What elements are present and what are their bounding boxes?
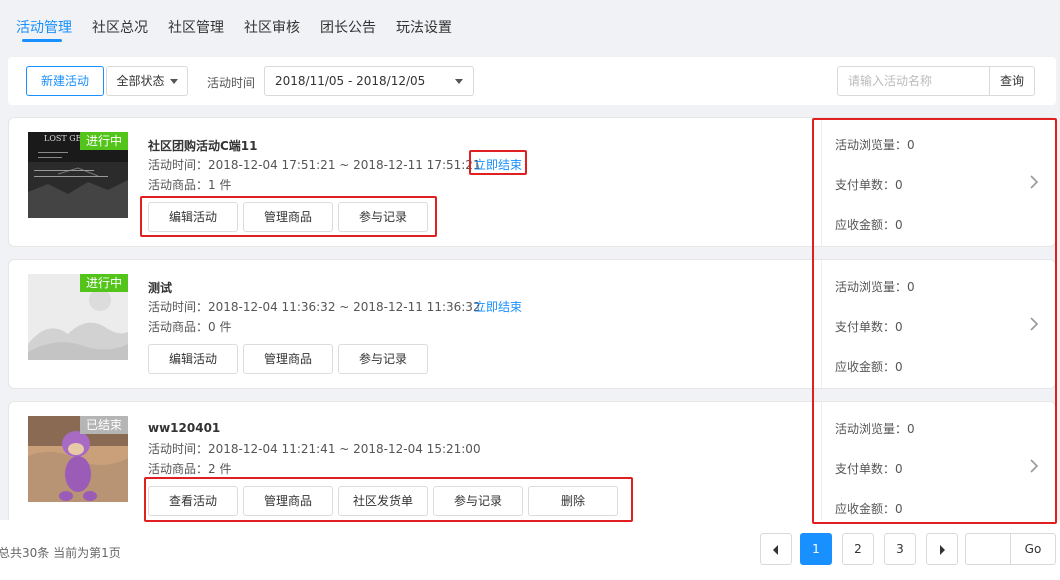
tab-community-overview[interactable]: 社区总况 — [92, 17, 148, 37]
caret-right-icon — [940, 544, 945, 555]
community-shipping-order-button[interactable]: 社区发货单 — [338, 486, 428, 516]
prev-page-button[interactable] — [760, 533, 792, 565]
stat-amount: 应收金额：0 — [835, 360, 903, 374]
status-select-value: 全部状态 — [116, 74, 165, 88]
status-badge: 进行中 — [79, 274, 128, 292]
page-jump-input[interactable] — [965, 533, 1011, 565]
activity-time: 活动时间：2018-12-04 11:21:41 ~ 2018-12-04 15… — [148, 442, 481, 456]
stat-views: 活动浏览量：0 — [835, 422, 915, 436]
stats-divider — [821, 118, 822, 246]
stats-divider — [821, 402, 822, 530]
stat-amount: 应收金额：0 — [835, 502, 903, 516]
stat-orders: 支付单数：0 — [835, 320, 903, 334]
page-button-3[interactable]: 3 — [884, 533, 916, 565]
tab-activity-management[interactable]: 活动管理 — [16, 17, 72, 37]
page-button-2[interactable]: 2 — [842, 533, 874, 565]
status-badge: 进行中 — [79, 132, 128, 150]
activity-card: LOST GE 进行中 社区团购活动C端11 活动时间：2018-12-04 1… — [8, 117, 1056, 247]
end-now-link[interactable]: 立即结束 — [474, 156, 522, 173]
stat-orders: 支付单数：0 — [835, 178, 903, 192]
manage-goods-button[interactable]: 管理商品 — [243, 344, 333, 374]
chevron-right-icon[interactable] — [1028, 458, 1040, 474]
stat-views: 活动浏览量：0 — [835, 138, 915, 152]
stat-views: 活动浏览量：0 — [835, 280, 915, 294]
page-button-1[interactable]: 1 — [800, 533, 832, 565]
delete-button[interactable]: 删除 — [528, 486, 618, 516]
activity-thumbnail: 进行中 — [28, 274, 128, 360]
participation-records-button[interactable]: 参与记录 — [338, 344, 428, 374]
top-tab-bar: 活动管理 社区总况 社区管理 社区审核 团长公告 玩法设置 — [0, 0, 1060, 56]
svg-text:LOST GE: LOST GE — [44, 134, 82, 143]
tab-community-management[interactable]: 社区管理 — [168, 17, 224, 37]
status-select[interactable]: 全部状态 — [106, 66, 188, 96]
edit-activity-button[interactable]: 编辑活动 — [148, 202, 238, 232]
activity-name-search-input[interactable] — [837, 66, 990, 96]
activity-time: 活动时间：2018-12-04 17:51:21 ~ 2018-12-11 17… — [148, 158, 481, 172]
filter-toolbar: 新建活动 全部状态 活动时间 2018/11/05 - 2018/12/05 查… — [8, 57, 1056, 105]
stats-divider — [821, 260, 822, 388]
new-activity-button[interactable]: 新建活动 — [26, 66, 104, 96]
go-button[interactable]: Go — [1010, 533, 1056, 565]
activity-card: 已结束 ww120401 活动时间：2018-12-04 11:21:41 ~ … — [8, 401, 1056, 531]
next-page-button[interactable] — [926, 533, 958, 565]
chevron-right-icon[interactable] — [1028, 316, 1040, 332]
caret-left-icon — [773, 544, 778, 555]
caret-down-icon — [455, 79, 463, 84]
activity-thumbnail: LOST GE 进行中 — [28, 132, 128, 218]
activity-goods-count: 活动商品：0 件 — [148, 320, 232, 334]
tab-community-review[interactable]: 社区审核 — [244, 17, 300, 37]
date-range-value: 2018/11/05 - 2018/12/05 — [275, 74, 426, 88]
activity-goods-count: 活动商品：2 件 — [148, 462, 232, 476]
tab-leader-announcement[interactable]: 团长公告 — [320, 17, 376, 37]
caret-down-icon — [169, 79, 178, 84]
manage-goods-button[interactable]: 管理商品 — [243, 202, 333, 232]
activity-time-label: 活动时间 — [207, 76, 256, 90]
edit-activity-button[interactable]: 编辑活动 — [148, 344, 238, 374]
active-tab-indicator — [22, 39, 62, 42]
view-activity-button[interactable]: 查看活动 — [148, 486, 238, 516]
activity-title: 社区团购活动C端11 — [148, 139, 258, 153]
activity-card: 进行中 测试 活动时间：2018-12-04 11:36:32 ~ 2018-1… — [8, 259, 1056, 389]
stat-orders: 支付单数：0 — [835, 462, 903, 476]
stat-amount: 应收金额：0 — [835, 218, 903, 232]
pagination-summary: 总共30条 当前为第1页 — [0, 546, 121, 560]
manage-goods-button[interactable]: 管理商品 — [243, 486, 333, 516]
date-range-picker[interactable]: 2018/11/05 - 2018/12/05 — [264, 66, 474, 96]
status-badge: 已结束 — [79, 416, 128, 434]
activity-title: ww120401 — [148, 421, 221, 435]
participation-records-button[interactable]: 参与记录 — [338, 202, 428, 232]
activity-goods-count: 活动商品：1 件 — [148, 178, 232, 192]
search-button[interactable]: 查询 — [989, 66, 1035, 96]
tab-gameplay-settings[interactable]: 玩法设置 — [396, 17, 452, 37]
activity-thumbnail: 已结束 — [28, 416, 128, 502]
activity-title: 测试 — [148, 281, 173, 295]
participation-records-button[interactable]: 参与记录 — [433, 486, 523, 516]
end-now-link[interactable]: 立即结束 — [474, 298, 522, 315]
chevron-right-icon[interactable] — [1028, 174, 1040, 190]
pagination-bar: 总共30条 当前为第1页 1 2 3 Go — [0, 520, 1060, 580]
activity-time: 活动时间：2018-12-04 11:36:32 ~ 2018-12-11 11… — [148, 300, 481, 314]
